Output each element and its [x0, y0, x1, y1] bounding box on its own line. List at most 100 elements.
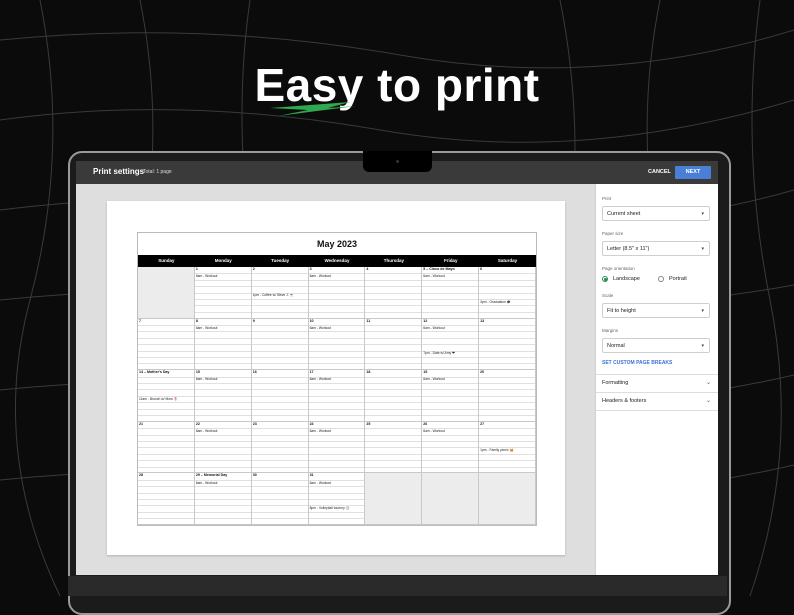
cell-rule-line	[365, 311, 422, 313]
day-number: 30	[252, 473, 257, 478]
cell-rule-line	[308, 466, 365, 468]
cell-rule-line	[194, 492, 251, 494]
cell-rule-line	[479, 428, 535, 430]
day-number: 24	[309, 421, 314, 426]
screen: Print settings Total: 1 page CANCEL NEXT…	[76, 161, 718, 575]
cell-rule-line	[308, 518, 365, 520]
calendar-event: 6am - Workout	[195, 429, 218, 433]
margins-select[interactable]: Normal ▾	[602, 338, 710, 353]
cell-rule-line	[308, 440, 365, 442]
cell-rule-line	[138, 492, 194, 494]
cancel-button[interactable]: CANCEL	[648, 169, 671, 175]
day-number: 12	[423, 318, 428, 323]
cell-rule-line	[251, 402, 308, 404]
print-select[interactable]: Current sheet ▾	[602, 206, 710, 221]
day-number: 14 – Mother's Day	[139, 370, 170, 375]
formatting-section[interactable]: Formatting ⌄	[596, 374, 718, 392]
cell-rule-line	[308, 511, 365, 513]
day-number: 27	[480, 421, 485, 426]
calendar-event: 6am - Workout	[423, 429, 445, 433]
cell-rule-line	[138, 460, 194, 462]
cell-rule-line	[251, 356, 308, 358]
day-number: 11	[366, 318, 371, 323]
day-number: 16	[252, 370, 257, 375]
cell-rule-line	[251, 498, 308, 500]
cell-rule-line	[251, 337, 308, 339]
cell-rule-line	[194, 299, 251, 300]
cell-rule-line	[138, 518, 194, 520]
cell-rule-line	[138, 505, 194, 507]
cell-rule-line	[251, 331, 308, 333]
cell-rule-line	[422, 299, 479, 300]
cell-rule-line	[308, 350, 365, 352]
cell-rule-line	[422, 402, 479, 404]
cell-rule-line	[365, 382, 422, 384]
cell-rule-line	[422, 460, 479, 462]
cell-rule-line	[194, 344, 251, 346]
cell-rule-line	[308, 453, 365, 455]
cell-rule-line	[138, 486, 194, 488]
calendar-day-cell: 11	[365, 318, 423, 371]
cell-rule-line	[479, 376, 535, 378]
cell-rule-line	[365, 389, 422, 391]
paper-size-select[interactable]: Letter (8.5" x 11") ▾	[602, 241, 710, 256]
cell-rule-line	[479, 382, 535, 384]
next-button[interactable]: NEXT	[675, 166, 711, 179]
cell-rule-line	[138, 363, 194, 365]
calendar-event: 6am - Workout	[309, 325, 332, 330]
headers-footers-section[interactable]: Headers & footers ⌄	[596, 392, 718, 411]
cell-rule-line	[365, 305, 422, 307]
calendar-event: 11am - Brunch w/ Mom 🌷	[139, 396, 178, 401]
cell-rule-line	[251, 440, 308, 442]
cell-rule-line	[251, 299, 308, 300]
cell-rule-line	[138, 453, 194, 455]
calendar-event: 6am - Workout	[195, 377, 218, 382]
portrait-radio[interactable]	[658, 276, 664, 282]
landscape-radio[interactable]	[602, 276, 608, 282]
cell-rule-line	[138, 498, 194, 500]
cell-rule-line	[422, 466, 479, 468]
cell-rule-line	[422, 363, 479, 365]
cell-rule-line	[479, 395, 535, 397]
cell-rule-line	[194, 498, 251, 500]
camera-notch	[363, 151, 432, 172]
cell-rule-line	[308, 414, 365, 416]
cell-rule-line	[251, 414, 308, 416]
cell-rule-line	[422, 389, 479, 391]
cell-rule-line	[308, 408, 365, 410]
cell-rule-line	[365, 460, 422, 462]
cell-rule-line	[194, 337, 251, 339]
cell-rule-line	[479, 440, 535, 442]
cell-rule-line	[308, 311, 365, 313]
day-number: 15	[195, 370, 200, 375]
scale-select[interactable]: Fit to height ▾	[602, 303, 710, 318]
cell-rule-line	[422, 356, 479, 358]
landscape-label: Landscape	[613, 276, 640, 282]
custom-page-breaks-link[interactable]: SET CUSTOM PAGE BREAKS	[602, 360, 672, 366]
orientation-group: Landscape Portrait	[602, 276, 712, 284]
scale-label: Scale	[602, 293, 614, 298]
print-label: Print	[602, 196, 612, 201]
laptop-bottom-bezel	[68, 576, 727, 596]
cell-rule-line	[308, 279, 365, 281]
day-number: 31	[309, 473, 314, 478]
cell-rule-line	[251, 363, 308, 365]
cell-rule-line	[251, 434, 308, 436]
cell-rule-line	[138, 356, 194, 358]
cell-rule-line	[479, 460, 535, 462]
cell-rule-line	[365, 324, 422, 326]
cell-rule-line	[251, 311, 308, 313]
cell-rule-line	[422, 279, 479, 281]
cell-rule-line	[308, 286, 365, 288]
cell-rule-line	[138, 414, 194, 416]
dialog-title: Print settings	[93, 167, 145, 176]
cell-rule-line	[138, 402, 194, 404]
cell-rule-line	[251, 408, 308, 410]
cell-rule-line	[479, 311, 535, 313]
calendar-event: 6am - Workout	[423, 377, 445, 382]
day-number: 5 – Cinco de Mayo	[423, 267, 455, 271]
cell-rule-line	[251, 273, 308, 275]
day-number: 6	[480, 267, 483, 271]
cell-rule-line	[308, 492, 365, 494]
cell-rule-line	[479, 414, 535, 416]
